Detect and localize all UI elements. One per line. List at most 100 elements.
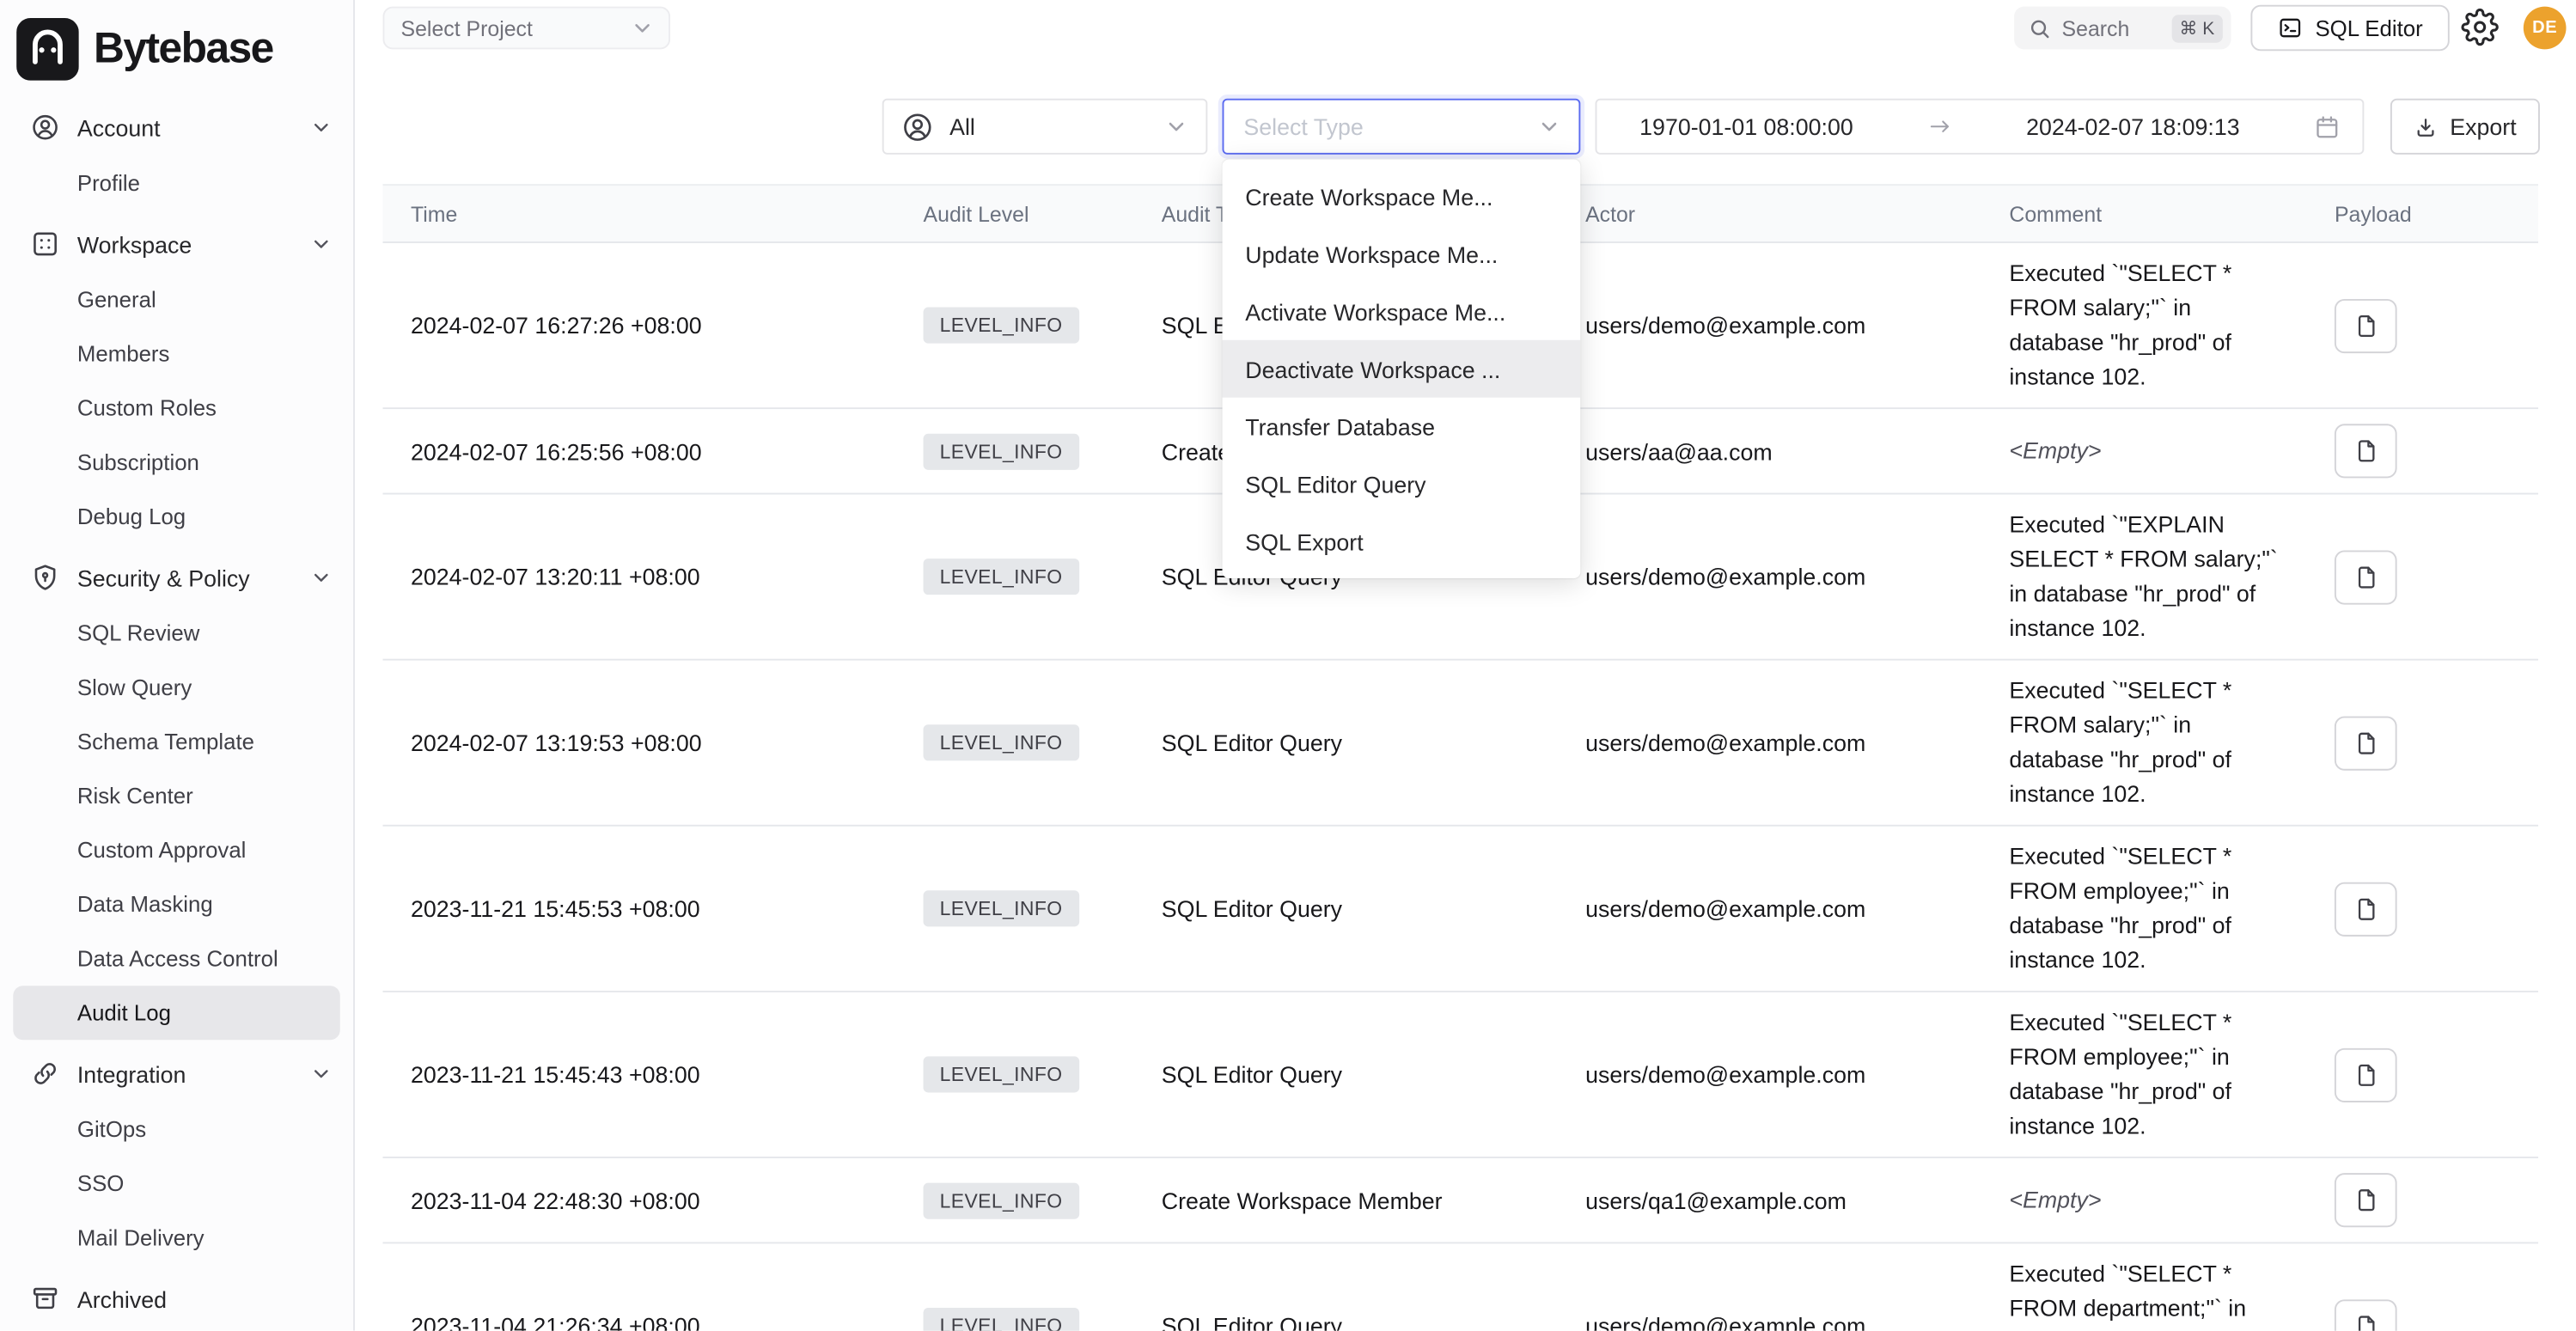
actor-filter-select[interactable]: All — [882, 99, 1208, 155]
cell-time: 2023-11-04 22:48:30 +08:00 — [382, 1174, 895, 1226]
menu-item-activate-workspace-member[interactable]: Activate Workspace Me... — [1223, 283, 1581, 340]
type-filter-menu: Create Workspace Me... Update Workspace … — [1223, 159, 1581, 578]
file-icon — [2352, 563, 2380, 591]
payload-button[interactable] — [2335, 1173, 2397, 1227]
sidebar-item-debug-log[interactable]: Debug Log — [13, 490, 339, 544]
menu-item-update-workspace-member[interactable]: Update Workspace Me... — [1223, 225, 1581, 283]
archive-icon — [29, 1283, 60, 1314]
cell-level: LEVEL_INFO — [895, 711, 1133, 774]
cell-payload — [2306, 285, 2538, 366]
date-range-picker[interactable]: 1970-01-01 08:00:00 2024-02-07 18:09:13 — [1596, 99, 2365, 155]
project-select-label: Select Project — [401, 15, 533, 40]
sidebar-item-sso[interactable]: SSO — [13, 1157, 339, 1211]
sidebar-item-custom-roles[interactable]: Custom Roles — [13, 382, 339, 436]
menu-item-transfer-database[interactable]: Transfer Database — [1223, 398, 1581, 455]
level-badge: LEVEL_INFO — [924, 890, 1079, 926]
search-input[interactable]: Search ⌘ K — [2014, 7, 2231, 50]
table-row: 2023-11-21 15:45:53 +08:00 LEVEL_INFO SQ… — [382, 827, 2538, 992]
table-row: 2023-11-21 15:45:43 +08:00 LEVEL_INFO SQ… — [382, 992, 2538, 1158]
chevron-down-icon — [308, 565, 333, 590]
level-badge: LEVEL_INFO — [924, 724, 1079, 760]
cell-payload — [2306, 536, 2538, 617]
col-audit-level: Audit Level — [895, 201, 1133, 226]
section-label: Archived — [77, 1285, 333, 1312]
project-select[interactable]: Select Project — [382, 7, 670, 50]
level-badge: LEVEL_INFO — [924, 308, 1079, 344]
type-filter-placeholder: Select Type — [1243, 113, 1363, 140]
sidebar: Bytebase Account Profile — [0, 0, 355, 1331]
sidebar-item-profile[interactable]: Profile — [13, 156, 339, 211]
menu-item-sql-export[interactable]: SQL Export — [1223, 513, 1581, 571]
sidebar-item-schema-template[interactable]: Schema Template — [13, 715, 339, 769]
cell-time: 2024-02-07 13:20:11 +08:00 — [382, 551, 895, 603]
sidebar-nav: Account Profile Workspace G — [0, 85, 353, 1327]
level-badge: LEVEL_INFO — [924, 1182, 1079, 1218]
search-icon — [2027, 15, 2052, 40]
search-label: Search — [2062, 15, 2130, 40]
sidebar-section-integration[interactable]: Integration — [0, 1045, 353, 1102]
cell-payload — [2306, 1035, 2538, 1115]
payload-button[interactable] — [2335, 298, 2397, 352]
shield-icon — [29, 562, 60, 593]
payload-button[interactable] — [2335, 1047, 2397, 1102]
sidebar-section-archived[interactable]: Archived — [0, 1270, 353, 1328]
sidebar-item-risk-center[interactable]: Risk Center — [13, 769, 339, 823]
sidebar-item-slow-query[interactable]: Slow Query — [13, 661, 339, 715]
settings-gear-icon[interactable] — [2461, 9, 2499, 46]
sidebar-item-audit-log[interactable]: Audit Log — [13, 986, 339, 1040]
logo[interactable]: Bytebase — [0, 0, 353, 85]
cell-payload — [2306, 411, 2538, 491]
date-from-value: 1970-01-01 08:00:00 — [1639, 113, 1853, 140]
cell-type: SQL Editor Query — [1133, 1048, 1557, 1101]
cell-comment: Executed `"SELECT * FROM salary;"` in da… — [1981, 661, 2307, 825]
payload-button[interactable] — [2335, 716, 2397, 770]
sidebar-item-mail-delivery[interactable]: Mail Delivery — [13, 1211, 339, 1265]
terminal-icon — [2277, 15, 2304, 41]
sidebar-section-workspace[interactable]: Workspace — [0, 215, 353, 272]
link-icon — [29, 1058, 60, 1089]
file-icon — [2352, 437, 2380, 466]
sidebar-item-data-access-control[interactable]: Data Access Control — [13, 931, 339, 986]
avatar[interactable]: DE — [2524, 7, 2567, 50]
sidebar-section: Workspace General Members Custom Roles S… — [0, 215, 353, 543]
cell-comment: <Empty> — [1981, 1169, 2307, 1230]
sidebar-item-data-masking[interactable]: Data Masking — [13, 877, 339, 931]
payload-button[interactable] — [2335, 550, 2397, 604]
menu-item-deactivate-workspace-member[interactable]: Deactivate Workspace ... — [1223, 340, 1581, 398]
file-icon — [2352, 311, 2380, 339]
date-to-value: 2024-02-07 18:09:13 — [2026, 113, 2240, 140]
arrow-right-icon — [1926, 113, 1953, 140]
section-label: Security & Policy — [77, 565, 292, 591]
sidebar-section: Archived — [0, 1270, 353, 1328]
file-icon — [2352, 894, 2380, 923]
bytebase-logo-icon — [16, 17, 79, 80]
sidebar-item-custom-approval[interactable]: Custom Approval — [13, 823, 339, 877]
menu-item-create-workspace-member[interactable]: Create Workspace Me... — [1223, 168, 1581, 225]
calendar-icon — [2313, 113, 2341, 141]
cell-payload — [2306, 702, 2538, 783]
table-row: 2023-11-04 22:48:30 +08:00 LEVEL_INFO Cr… — [382, 1158, 2538, 1243]
export-button[interactable]: Export — [2390, 99, 2540, 155]
cell-level: LEVEL_INFO — [895, 1169, 1133, 1231]
sidebar-item-sql-review[interactable]: SQL Review — [13, 607, 339, 661]
sidebar-item-subscription[interactable]: Subscription — [13, 436, 339, 490]
payload-button[interactable] — [2335, 1298, 2397, 1330]
cell-time: 2023-11-21 15:45:43 +08:00 — [382, 1048, 895, 1101]
sidebar-section-security-policy[interactable]: Security & Policy — [0, 549, 353, 607]
sidebar-item-members[interactable]: Members — [13, 327, 339, 381]
cell-comment: Executed `"SELECT * FROM employee;"` in … — [1981, 827, 2307, 991]
sidebar-item-gitops[interactable]: GitOps — [13, 1102, 339, 1157]
sidebar-section-account[interactable]: Account — [0, 99, 353, 156]
cell-actor: users/demo@example.com — [1558, 717, 1981, 769]
keyboard-shortcut-badge: ⌘ K — [2171, 14, 2223, 42]
type-filter-select[interactable]: Select Type — [1223, 99, 1581, 155]
chevron-down-icon — [308, 115, 333, 140]
sql-editor-button[interactable]: SQL Editor — [2250, 5, 2449, 52]
file-icon — [2352, 1060, 2380, 1089]
payload-button[interactable] — [2335, 882, 2397, 936]
col-payload: Payload — [2306, 201, 2538, 226]
file-icon — [2352, 729, 2380, 757]
payload-button[interactable] — [2335, 424, 2397, 478]
menu-item-sql-editor-query[interactable]: SQL Editor Query — [1223, 455, 1581, 513]
sidebar-item-general[interactable]: General — [13, 272, 339, 327]
